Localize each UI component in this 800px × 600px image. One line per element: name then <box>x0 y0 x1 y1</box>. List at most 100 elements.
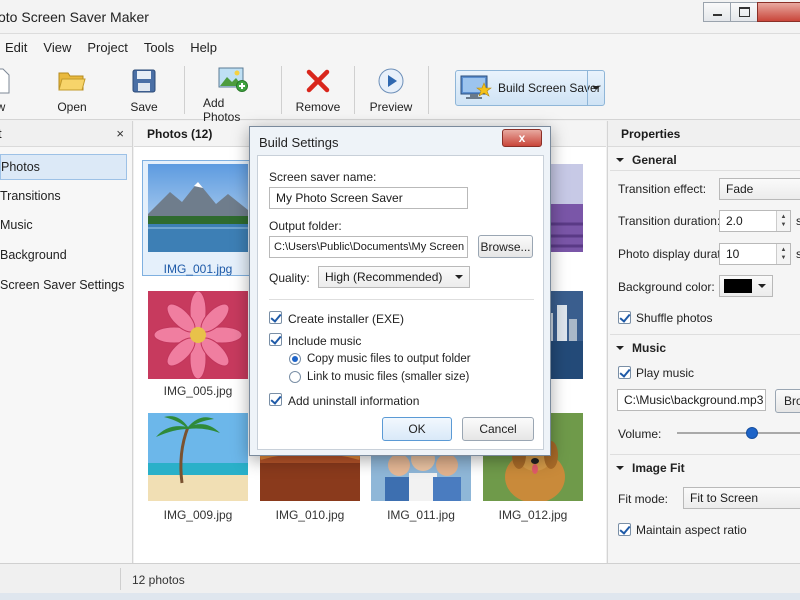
play-music-label: Play music <box>636 366 695 380</box>
transition-duration-label: Transition duration: <box>618 214 721 228</box>
divider <box>610 170 800 171</box>
background-color-picker[interactable] <box>719 275 773 297</box>
thumbnail-label: IMG_005.jpg <box>163 384 233 398</box>
new-label: w <box>0 100 6 114</box>
nav-item-transitions[interactable]: Transitions <box>0 183 127 209</box>
quality-label: Quality: <box>269 271 310 285</box>
volume-slider-track[interactable] <box>677 432 800 434</box>
color-swatch <box>724 279 752 293</box>
build-screen-saver-button[interactable]: Build Screen Saver <box>455 70 605 106</box>
section-image-fit[interactable]: Image Fit <box>616 461 685 475</box>
build-dropdown-arrow[interactable] <box>587 71 604 105</box>
section-music[interactable]: Music <box>616 341 666 355</box>
thumbnail-img-005[interactable] <box>148 291 248 379</box>
music-path-input[interactable]: C:\Music\background.mp3 <box>617 389 766 411</box>
link-music-radio[interactable] <box>289 371 301 383</box>
build-screen-saver-label: Build Screen Saver <box>498 81 601 95</box>
play-music-checkbox[interactable] <box>618 366 631 379</box>
bottom-edge <box>0 593 800 600</box>
save-button[interactable]: Save <box>124 66 164 118</box>
remove-label: Remove <box>295 100 341 114</box>
music-browse-label: Bro <box>784 394 800 408</box>
uninstall-info-label: Add uninstall information <box>288 394 420 408</box>
screen-saver-name-input[interactable]: My Photo Screen Saver <box>269 187 468 209</box>
link-music-label: Link to music files (smaller size) <box>307 371 470 383</box>
transition-effect-label: Transition effect: <box>618 182 707 196</box>
minimize-button[interactable] <box>703 2 731 22</box>
ok-button[interactable]: OK <box>382 417 452 441</box>
dialog-title: Build Settings <box>259 135 339 150</box>
cancel-button[interactable]: Cancel <box>462 417 534 441</box>
section-general[interactable]: General <box>616 153 677 167</box>
copy-music-radio[interactable] <box>289 353 301 365</box>
menu-tools[interactable]: Tools <box>136 40 182 55</box>
chevron-down-icon <box>455 275 463 279</box>
photo-display-unit: s <box>796 247 800 261</box>
remove-button[interactable]: Remove <box>296 66 340 118</box>
play-icon <box>378 66 404 96</box>
close-icon[interactable]: × <box>116 126 124 141</box>
add-photos-button[interactable]: Add Photos <box>203 66 263 124</box>
toolbar: w Open Save Add Photos Remove Preview <box>0 60 800 124</box>
copy-music-label: Copy music files to output folder <box>307 353 471 365</box>
nav-item-background[interactable]: Background <box>0 242 127 268</box>
close-window-button[interactable] <box>757 2 800 22</box>
floppy-disk-icon <box>132 66 156 96</box>
chevron-down-icon <box>616 466 624 470</box>
transition-effect-value: Fade <box>726 182 754 196</box>
divider <box>610 454 800 455</box>
project-panel-title: t <box>0 126 2 141</box>
maintain-aspect-checkbox[interactable] <box>618 523 631 536</box>
menu-project[interactable]: Project <box>79 40 135 55</box>
new-button[interactable]: w <box>0 66 16 118</box>
build-settings-dialog: Build Settings x Screen saver name: My P… <box>249 126 551 456</box>
nav-item-label: Background <box>0 248 67 262</box>
create-installer-label: Create installer (EXE) <box>288 312 405 326</box>
preview-button[interactable]: Preview <box>370 66 412 118</box>
thumbnail-img-009[interactable] <box>148 413 248 501</box>
fit-mode-label: Fit mode: <box>618 492 669 506</box>
uninstall-info-checkbox[interactable] <box>269 393 282 406</box>
status-bar: 12 photos <box>0 563 800 593</box>
menu-view[interactable]: View <box>35 40 79 55</box>
chevron-down-icon <box>616 158 624 162</box>
nav-item-screen-saver-settings[interactable]: Screen Saver Settings <box>0 272 127 298</box>
maximize-button[interactable] <box>730 2 758 22</box>
dialog-close-button[interactable]: x <box>502 129 542 147</box>
window-controls <box>703 2 800 22</box>
menu-edit[interactable]: Edit <box>0 40 35 55</box>
transition-duration-input[interactable]: 2.0 ▲ ▼ <box>719 210 791 232</box>
thumbnail-img-001[interactable] <box>148 164 248 252</box>
volume-slider-thumb[interactable] <box>746 427 758 439</box>
output-folder-input[interactable]: C:\Users\Public\Documents\My Screen Save… <box>269 236 468 258</box>
screen-saver-name-label: Screen saver name: <box>269 170 377 184</box>
include-music-checkbox[interactable] <box>269 333 282 346</box>
shuffle-photos-checkbox[interactable] <box>618 311 631 324</box>
menu-help[interactable]: Help <box>182 40 225 55</box>
nav-item-photos[interactable]: Photos <box>0 154 127 180</box>
divider <box>610 334 800 335</box>
status-separator <box>120 568 121 590</box>
window-title: oto Screen Saver Maker <box>0 9 149 25</box>
spinner-arrows-icon[interactable]: ▲ ▼ <box>776 244 790 264</box>
thumbnail-label: IMG_010.jpg <box>275 508 345 522</box>
toolbar-separator <box>354 66 355 114</box>
photos-panel-title: Photos (12) <box>147 126 213 141</box>
music-path-value: C:\Music\background.mp3 <box>624 393 764 407</box>
quality-select[interactable]: High (Recommended) <box>318 266 470 288</box>
new-file-icon <box>0 66 11 96</box>
photo-display-input[interactable]: 10 ▲ ▼ <box>719 243 791 265</box>
create-installer-checkbox[interactable] <box>269 311 282 324</box>
toolbar-separator <box>428 66 429 114</box>
dialog-divider <box>269 299 534 300</box>
output-browse-button[interactable]: Browse... <box>478 235 533 258</box>
properties-panel-title: Properties <box>621 126 681 141</box>
fit-mode-select[interactable]: Fit to Screen <box>683 487 800 509</box>
nav-item-music[interactable]: Music <box>0 212 127 238</box>
transition-effect-select[interactable]: Fade <box>719 178 800 200</box>
project-panel-header: t × <box>0 121 132 147</box>
chevron-down-icon <box>616 346 624 350</box>
open-button[interactable]: Open <box>52 66 92 118</box>
spinner-arrows-icon[interactable]: ▲ ▼ <box>776 211 790 231</box>
music-browse-button[interactable]: Bro <box>775 389 800 413</box>
